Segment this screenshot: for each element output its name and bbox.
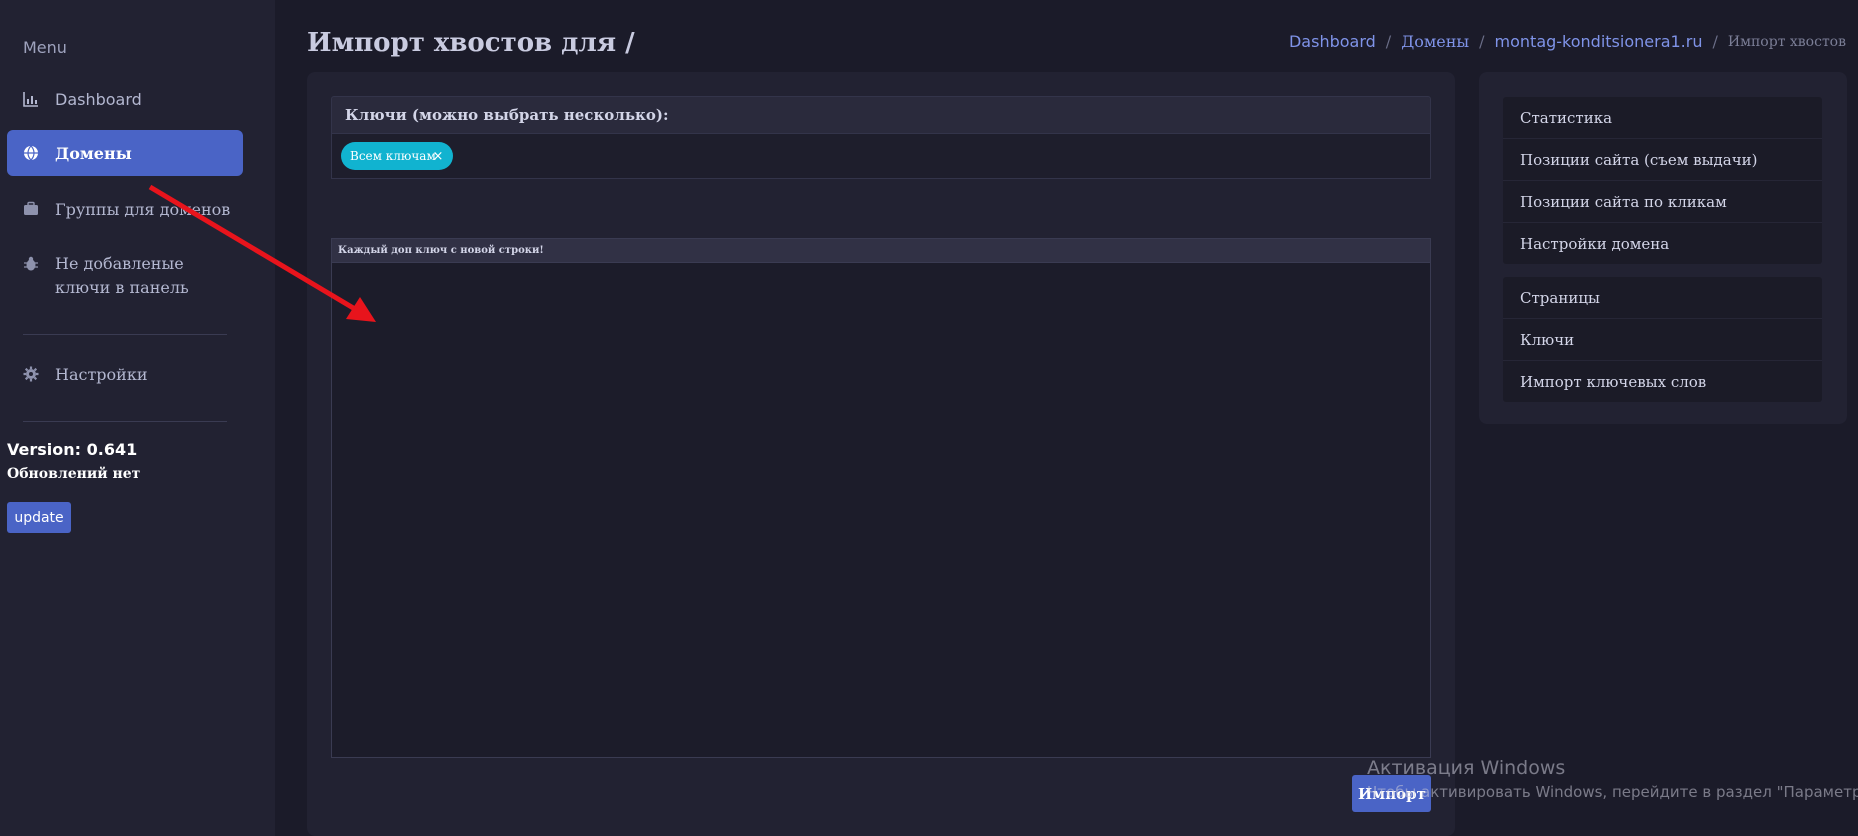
sidebar: Menu Dashboard Домены Группы для доменов… (0, 0, 275, 836)
menu-item-click-positions[interactable]: Позиции сайта по кликам (1503, 181, 1822, 223)
sidebar-item-label: Домены (55, 143, 132, 163)
keys-multiselect[interactable]: Всем ключам × (331, 134, 1431, 179)
divider (23, 334, 227, 335)
breadcrumb-domains[interactable]: Домены (1401, 32, 1469, 51)
sidebar-item-label: Группы для доменов (55, 199, 231, 219)
breadcrumb-separator: / (1385, 32, 1392, 51)
breadcrumb-separator: / (1479, 32, 1485, 51)
sidebar-item-groups[interactable]: Группы для доменов (7, 186, 243, 232)
breadcrumb-dashboard[interactable]: Dashboard (1289, 32, 1376, 51)
menu-item-import-keywords[interactable]: Импорт ключевых слов (1503, 361, 1822, 402)
page-title: Импорт хвостов для / (307, 28, 635, 58)
bar-chart-icon (23, 91, 39, 107)
sidebar-item-label: Dashboard (55, 89, 142, 109)
sidebar-item-label: Настройки (55, 364, 148, 384)
breadcrumb-current: Импорт хвостов (1727, 33, 1846, 50)
menu-item-statistics[interactable]: Статистика (1503, 97, 1822, 139)
chip-remove-icon[interactable]: × (427, 142, 449, 170)
windows-activation-text: Чтобы активировать Windows, перейдите в … (1367, 783, 1858, 801)
keys-select-label: Ключи (можно выбрать несколько): (331, 96, 1431, 134)
briefcase-icon (23, 201, 39, 217)
sidebar-item-settings[interactable]: Настройки (7, 351, 243, 397)
updates-status: Обновлений нет (7, 466, 141, 482)
sidebar-item-dashboard[interactable]: Dashboard (7, 76, 243, 122)
menu-item-keys[interactable]: Ключи (1503, 319, 1822, 361)
version-label: Version: 0.641 (7, 440, 138, 459)
sidebar-item-domains[interactable]: Домены (7, 130, 243, 176)
menu-item-domain-settings[interactable]: Настройки домена (1503, 223, 1822, 264)
breadcrumb: Dashboard / Домены / montag-konditsioner… (1289, 32, 1846, 51)
domain-menu-group: Статистика Позиции сайта (съем выдачи) П… (1503, 97, 1822, 264)
divider (23, 421, 227, 422)
menu-item-pages[interactable]: Страницы (1503, 277, 1822, 319)
gear-icon (23, 366, 39, 382)
extra-keys-textarea[interactable] (331, 263, 1431, 758)
chip-label: Всем ключам (350, 149, 436, 163)
update-button[interactable]: update (7, 502, 71, 533)
menu-title: Menu (23, 38, 67, 57)
globe-icon (23, 145, 39, 161)
sidebar-item-label: Не добавленые ключи в панель (55, 254, 189, 297)
domain-menu-group: Страницы Ключи Импорт ключевых слов (1503, 277, 1822, 402)
bug-icon (23, 256, 39, 272)
textarea-label: Каждый доп ключ с новой строки! (331, 238, 1431, 263)
sidebar-item-unadded-keys[interactable]: Не добавленые ключи в панель (7, 248, 243, 312)
selected-key-chip: Всем ключам × (341, 142, 453, 170)
menu-item-site-positions[interactable]: Позиции сайта (съем выдачи) (1503, 139, 1822, 181)
breadcrumb-domain[interactable]: montag-konditsionera1.ru (1495, 32, 1703, 51)
windows-activation-title: Активация Windows (1367, 757, 1566, 779)
breadcrumb-separator: / (1712, 32, 1718, 51)
